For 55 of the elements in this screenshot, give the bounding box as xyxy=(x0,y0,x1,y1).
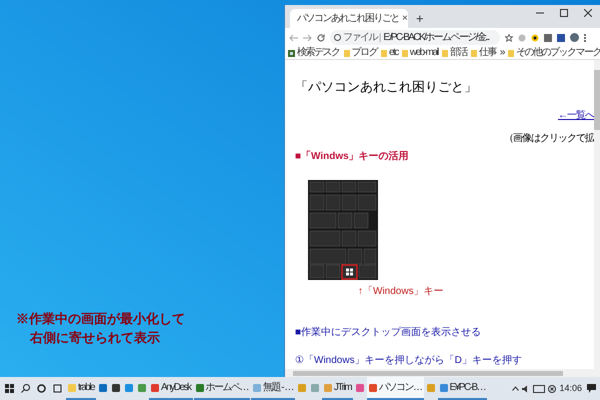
maximize-icon[interactable] xyxy=(560,9,568,17)
taskbar-button[interactable]: AnyDesk xyxy=(149,377,193,400)
image-note: （画像はクリックで拡 xyxy=(504,132,594,146)
scheme-label: ファイル xyxy=(343,31,377,45)
info-icon xyxy=(334,34,341,41)
task-view-icon[interactable] xyxy=(53,384,62,393)
bookmark-item[interactable]: etc xyxy=(381,48,398,58)
browser-tab[interactable]: パソコンあれこれ困りごと × xyxy=(290,9,408,28)
folder-icon xyxy=(402,50,408,56)
taskbar-button[interactable]: JTrim xyxy=(322,377,354,400)
tab-title: パソコンあれこれ困りごと xyxy=(297,12,399,26)
search-icon[interactable] xyxy=(21,384,30,393)
chevron-up-icon[interactable] xyxy=(512,386,520,391)
close-tab-button[interactable]: × xyxy=(402,14,408,24)
avatar-icon[interactable] xyxy=(570,33,579,42)
clock[interactable]: 14:06 xyxy=(559,382,582,396)
horizontal-scrollbar[interactable] xyxy=(285,369,600,377)
bookmark-item[interactable]: 検索デスク xyxy=(288,48,340,58)
image-caption: ↑「Windows」キー xyxy=(358,284,444,298)
folder-icon xyxy=(381,50,387,56)
desktop-note: ※作業中の画面が最小化して 右側に寄せられて表示 xyxy=(16,310,186,347)
folder-icon xyxy=(68,384,76,392)
taskbar-button[interactable]: trable xyxy=(66,377,96,400)
url-text: E:/PC-BACK/ホームページ/金... xyxy=(383,31,489,45)
taskbar-button[interactable]: ホームペ… xyxy=(194,377,250,400)
bookmark-item[interactable]: 部活 xyxy=(442,48,467,58)
new-tab-button[interactable]: + xyxy=(416,12,424,25)
address-bar[interactable]: ファイル | E:/PC-BACK/ホームページ/金... xyxy=(330,30,500,45)
taskbar-button[interactable]: 無題 - … xyxy=(251,377,295,400)
reload-icon[interactable] xyxy=(317,34,325,42)
taskbar-button[interactable]: パソコン… xyxy=(367,377,424,400)
taskbar-button[interactable]: E¥PC-B… xyxy=(438,377,488,400)
bookmark-item[interactable]: web-mail xyxy=(402,48,438,58)
bookmark-item[interactable]: ブログ xyxy=(344,48,377,58)
vertical-scrollbar[interactable] xyxy=(594,60,600,369)
close-circle-icon[interactable] xyxy=(548,384,556,392)
section-heading: ■「Windws」キーの活用 xyxy=(295,150,409,164)
circle-icon[interactable] xyxy=(37,384,46,393)
notification-icon[interactable] xyxy=(587,384,596,393)
grid-icon xyxy=(288,50,295,56)
close-icon[interactable] xyxy=(584,9,592,17)
more-bookmarks-button[interactable]: » xyxy=(500,48,504,58)
page-title: 「パソコンあれこれ困りごと」 xyxy=(295,78,477,96)
step-text: ①「Windows」キーを押しながら「D」キーを押す xyxy=(295,354,522,368)
folder-icon xyxy=(344,50,350,56)
bookmark-item[interactable]: 仕事 xyxy=(470,48,496,58)
separator-text: | xyxy=(379,30,382,44)
folder-icon xyxy=(508,50,514,56)
keyboard-icon[interactable] xyxy=(533,384,546,392)
star-icon[interactable] xyxy=(505,34,513,42)
bookmark-item[interactable]: その他のブックマーク xyxy=(508,48,600,58)
folder-icon xyxy=(442,50,448,56)
windows-logo-icon[interactable] xyxy=(5,384,14,393)
subheading: ■作業中にデスクトップ画面を表示させる xyxy=(295,326,482,340)
folder-icon xyxy=(470,50,477,56)
